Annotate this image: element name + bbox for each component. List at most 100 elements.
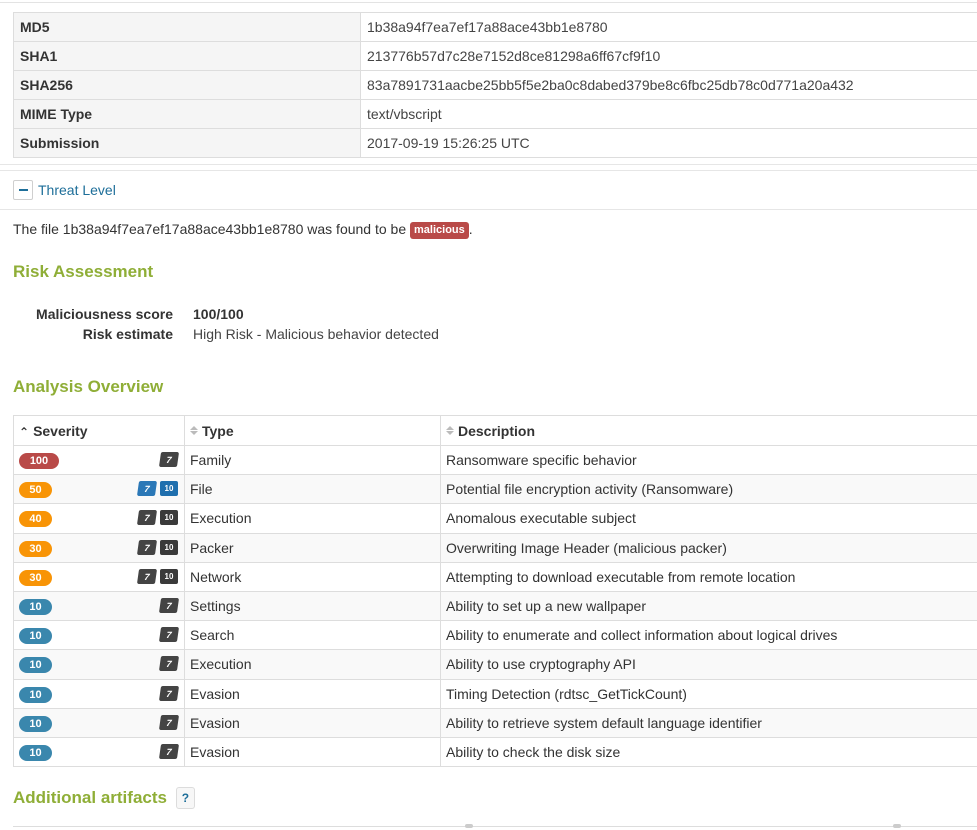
score-label: Maliciousness score [36, 306, 173, 322]
description-cell: Timing Detection (rdtsc_GetTickCount) [440, 678, 977, 709]
windows-7-icon: 7 [158, 627, 180, 643]
severity-badge: 30 [19, 540, 52, 557]
minus-icon[interactable] [13, 180, 33, 200]
type-cell: File [184, 474, 441, 505]
table-row[interactable]: 10 7 Settings Ability to set up a new wallp… [13, 590, 977, 622]
threat-level-header[interactable]: Threat Level [13, 180, 116, 200]
table-row[interactable]: 30 7 10 Packer Overwriting Image Header (mal… [13, 532, 977, 563]
additional-artifacts-heading: Additional artifacts [13, 788, 167, 807]
severity-badge: 40 [19, 511, 52, 528]
severity-badge: 30 [19, 569, 52, 586]
section-divider [0, 209, 977, 210]
os-icons: 7 [158, 743, 180, 759]
severity-badge: 10 [19, 715, 52, 732]
table-row[interactable]: 10 7 Evasion Timing Detection (rdtsc_GetTic… [13, 678, 977, 709]
severity-cell: 40 7 10 [13, 503, 185, 534]
hash-value[interactable]: 1b38a94f7ea7ef17a88ace43bb1e8780 [360, 12, 977, 42]
additional-artifacts-header: Additional artifacts ? [13, 787, 195, 809]
next-table-top-border [13, 824, 977, 828]
severity-cell: 30 7 10 [13, 532, 185, 563]
os-icons: 7 10 [136, 568, 178, 584]
hash-label: SHA256 [13, 70, 361, 100]
severity-badge: 10 [19, 628, 52, 645]
type-cell: Search [184, 620, 441, 651]
severity-badge: 10 [19, 686, 52, 703]
analysis-overview-heading: Analysis Overview [13, 377, 164, 396]
windows-7-icon: 7 [158, 685, 180, 701]
file-hashes-table: MD5 1b38a94f7ea7ef17a88ace43bb1e8780 SHA1 2… [13, 12, 977, 158]
windows-10-icon: 10 [160, 539, 178, 555]
windows-7-icon: 7 [158, 714, 180, 730]
description-cell: Ability to enumerate and collect informa… [440, 620, 977, 651]
threat-level-title[interactable]: Threat Level [38, 182, 116, 198]
table-row[interactable]: 30 7 10 Network Attempting to download execu… [13, 561, 977, 592]
type-header-label: Type [202, 422, 234, 439]
table-row[interactable]: 40 7 10 Execution Anomalous executable subje… [13, 503, 977, 534]
column-header-description[interactable]: Description [440, 415, 977, 446]
table-row[interactable]: 10 7 Execution Ability to use cryptography … [13, 649, 977, 680]
os-icons: 7 [158, 714, 180, 730]
maliciousness-score-row: Maliciousness score 100/100 [0, 306, 977, 324]
severity-cell: 10 7 [13, 620, 185, 651]
type-cell: Network [184, 561, 441, 592]
verdict-line: The file 1b38a94f7ea7ef17a88ace43bb1e878… [13, 221, 473, 239]
windows-7-icon: 7 [158, 452, 180, 467]
severity-cell: 30 7 10 [13, 561, 185, 592]
risk-estimate-row: Risk estimate High Risk - Malicious beha… [0, 326, 977, 344]
table-row[interactable]: 10 7 Evasion Ability to check the disk size [13, 736, 977, 768]
description-cell: Ransomware specific behavior [440, 444, 977, 476]
column-resize-handle[interactable] [465, 824, 473, 828]
help-icon[interactable]: ? [175, 787, 195, 809]
severity-cell: 10 7 [13, 736, 185, 768]
sort-icon [446, 425, 454, 436]
table-row[interactable]: 10 7 Evasion Ability to retrieve system def… [13, 707, 977, 738]
top-divider [0, 2, 977, 3]
score-value: 100/100 [193, 306, 244, 322]
type-cell: Execution [184, 649, 441, 680]
column-header-type[interactable]: Type [184, 415, 441, 446]
section-divider [0, 164, 977, 165]
table-row[interactable]: 50 7 10 File Potential file encryption activ… [13, 474, 977, 505]
windows-7-icon: 7 [158, 656, 180, 672]
os-icons: 7 [158, 452, 180, 467]
os-icons: 7 10 [136, 481, 178, 497]
hash-value[interactable]: 2017-09-19 15:26:25 UTC [360, 128, 977, 158]
hash-value[interactable]: 83a7891731aacbe25bb5f5e2ba0c8dabed379be8… [360, 70, 977, 100]
hash-row: SHA256 83a7891731aacbe25bb5f5e2ba0c8dabed… [13, 70, 977, 100]
windows-10-icon: 10 [160, 510, 178, 526]
windows-7-icon: 7 [158, 743, 180, 759]
os-icons: 7 10 [136, 539, 178, 555]
type-cell: Evasion [184, 707, 441, 738]
hash-label: Submission [13, 128, 361, 158]
hash-row: Submission 2017-09-19 15:26:25 UTC [13, 128, 977, 158]
windows-10-icon: 10 [160, 481, 178, 497]
hash-label: MIME Type [13, 99, 361, 129]
severity-cell: 10 7 [13, 590, 185, 622]
column-header-severity[interactable]: ⌃ Severity [13, 415, 185, 446]
estimate-label: Risk estimate [82, 326, 173, 342]
section-divider [0, 170, 977, 171]
description-header-label: Description [458, 422, 536, 439]
windows-10-icon: 10 [160, 568, 178, 584]
hash-value[interactable]: text/vbscript [360, 99, 977, 129]
type-cell: Evasion [184, 736, 441, 768]
verdict-text: The file 1b38a94f7ea7ef17a88ace43bb1e878… [13, 221, 407, 237]
windows-7-icon: 7 [136, 481, 158, 497]
sort-ascending-icon: ⌃ [19, 424, 30, 439]
hash-value[interactable]: 213776b57d7c28e7152d8ce81298a6ff67cf9f10 [360, 41, 977, 71]
windows-7-icon: 7 [136, 539, 158, 555]
type-cell: Evasion [184, 678, 441, 709]
severity-cell: 100 7 [13, 444, 185, 476]
os-icons: 7 [158, 656, 180, 672]
severity-badge: 50 [19, 482, 52, 499]
estimate-value: High Risk - Malicious behavior detected [193, 326, 439, 342]
description-cell: Overwriting Image Header (malicious pack… [440, 532, 977, 563]
column-resize-handle[interactable] [893, 824, 901, 828]
severity-cell: 50 7 10 [13, 474, 185, 505]
table-row[interactable]: 10 7 Search Ability to enumerate and collec… [13, 620, 977, 651]
hash-label: MD5 [13, 12, 361, 42]
table-row[interactable]: 100 7 Family Ransomware specific behavior [13, 444, 977, 476]
malicious-badge: malicious [410, 222, 469, 239]
severity-cell: 10 7 [13, 649, 185, 680]
description-cell: Ability to check the disk size [440, 736, 977, 768]
